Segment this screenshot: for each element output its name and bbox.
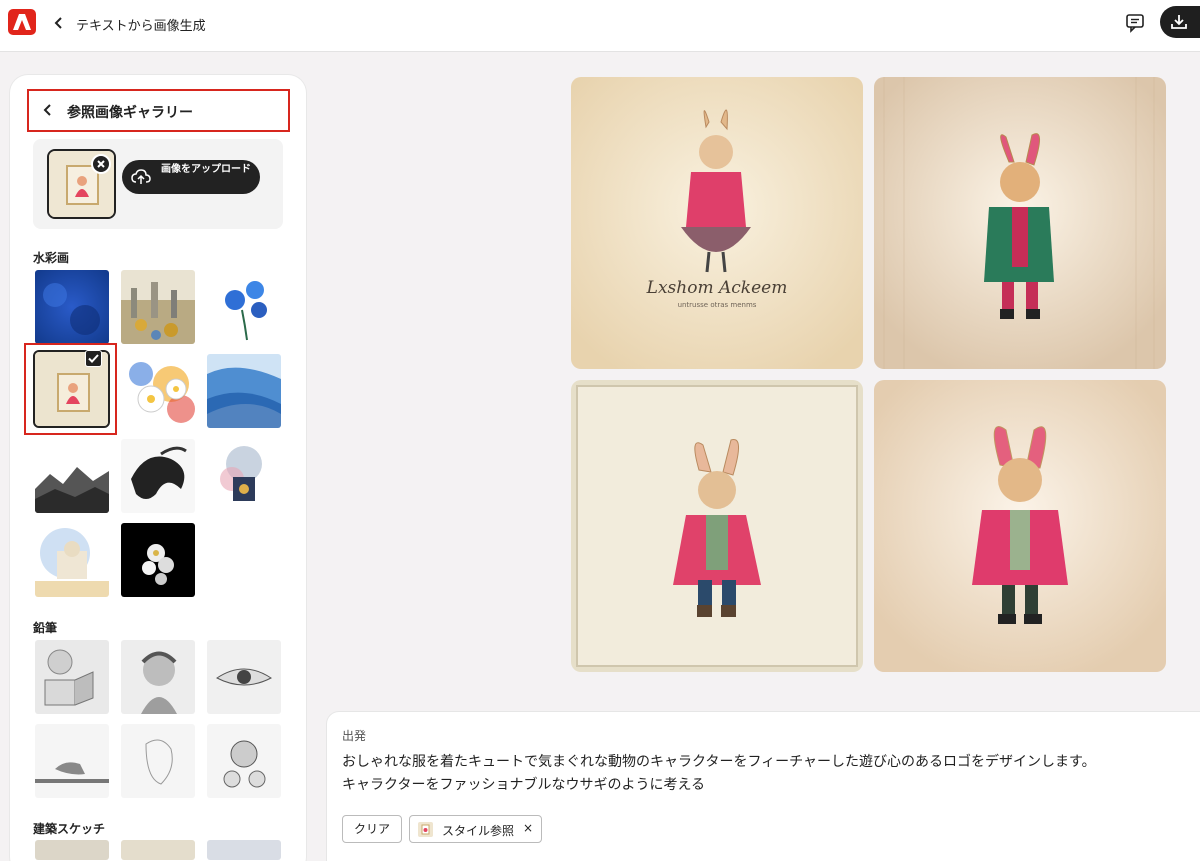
generated-image-1[interactable]: Lxshom Ackeem untrusse otras menms (571, 77, 863, 369)
logo-script-text: Lxshom Ackeem (646, 278, 788, 298)
generated-image-3[interactable] (571, 380, 863, 672)
generated-image-2[interactable] (874, 77, 1166, 369)
watercolor-blue-flower-thumbnail[interactable] (207, 270, 281, 344)
clear-button[interactable]: クリア (342, 815, 402, 843)
architecture-sketch-thumbnail-3[interactable] (207, 840, 281, 860)
style-reference-label: スタイル参照 (442, 824, 515, 838)
section-pencil-label: 鉛筆 (33, 621, 58, 635)
upload-button-label: 画像をアップロード (161, 164, 251, 175)
gallery-header-button[interactable]: 参照画像ギャラリー (27, 89, 290, 132)
page-title: テキストから画像生成 (76, 19, 206, 34)
watercolor-train-thumbnail[interactable] (207, 439, 281, 513)
watercolor-blue-texture-thumbnail[interactable] (35, 270, 109, 344)
pencil-shapes-thumbnail[interactable] (35, 640, 109, 714)
download-icon (1171, 15, 1187, 29)
watercolor-city-thumbnail[interactable] (121, 270, 195, 344)
upload-area: 画像をアップロード (33, 139, 283, 229)
style-reference-thumbnail (418, 822, 433, 837)
architecture-sketch-thumbnail-1[interactable] (35, 840, 109, 860)
pencil-portrait-thumbnail[interactable] (121, 640, 195, 714)
logo-subtitle-text: untrusse otras menms (678, 301, 757, 309)
watercolor-daisies-thumbnail[interactable] (121, 354, 195, 428)
cloud-upload-icon (131, 169, 151, 184)
remove-reference-icon[interactable] (91, 154, 111, 174)
section-architecture-sketch-label: 建築スケッチ (33, 822, 106, 836)
checkbox-checked-icon[interactable] (85, 350, 102, 367)
style-reference-chip[interactable]: スタイル参照 × (409, 815, 542, 843)
pencil-bird-thumbnail[interactable] (35, 724, 109, 798)
download-button[interactable] (1160, 6, 1200, 38)
adobe-logo-icon[interactable] (8, 9, 36, 35)
prompt-panel: 出発 おしゃれな服を着たキュートで気まぐれな動物のキャラクターをフィーチャーした… (327, 712, 1200, 861)
back-arrow-icon[interactable] (52, 14, 66, 32)
architecture-sketch-thumbnail-2[interactable] (121, 840, 195, 860)
prompt-line-2: キャラクターをファッショナブルなウサギのように考える (342, 777, 706, 793)
watercolor-cathedral-thumbnail[interactable] (35, 523, 109, 597)
ink-horse-thumbnail[interactable] (121, 439, 195, 513)
watercolor-mountains-thumbnail[interactable] (35, 439, 109, 513)
chevron-left-icon (43, 104, 51, 116)
close-icon[interactable]: × (523, 821, 533, 835)
prompt-line-1: おしゃれな服を着たキュートで気まぐれな動物のキャラクターをフィーチャーした遊び心… (342, 754, 1096, 770)
top-bar: テキストから画像生成 (0, 0, 1200, 52)
pencil-face-sketch-thumbnail[interactable] (121, 724, 195, 798)
section-watercolor-label: 水彩画 (33, 251, 70, 265)
prompt-input[interactable]: おしゃれな服を着たキュートで気まぐれな動物のキャラクターをフィーチャーした遊び心… (342, 751, 1182, 797)
white-flowers-black-thumbnail[interactable] (121, 523, 195, 597)
pencil-tiger-flowers-thumbnail[interactable] (207, 724, 281, 798)
reference-gallery-panel: 参照画像ギャラリー 画像をアップロード 水彩画 鉛筆 建築スケッチ (10, 75, 306, 861)
pencil-eye-thumbnail[interactable] (207, 640, 281, 714)
gallery-title: 参照画像ギャラリー (67, 105, 193, 121)
generated-image-4[interactable] (874, 380, 1166, 672)
prompt-label: 出発 (342, 729, 367, 743)
upload-image-button[interactable]: 画像をアップロード (122, 160, 260, 194)
feedback-icon[interactable] (1124, 12, 1146, 34)
watercolor-blue-wash-thumbnail[interactable] (207, 354, 281, 428)
selected-tile-frame (24, 343, 117, 435)
